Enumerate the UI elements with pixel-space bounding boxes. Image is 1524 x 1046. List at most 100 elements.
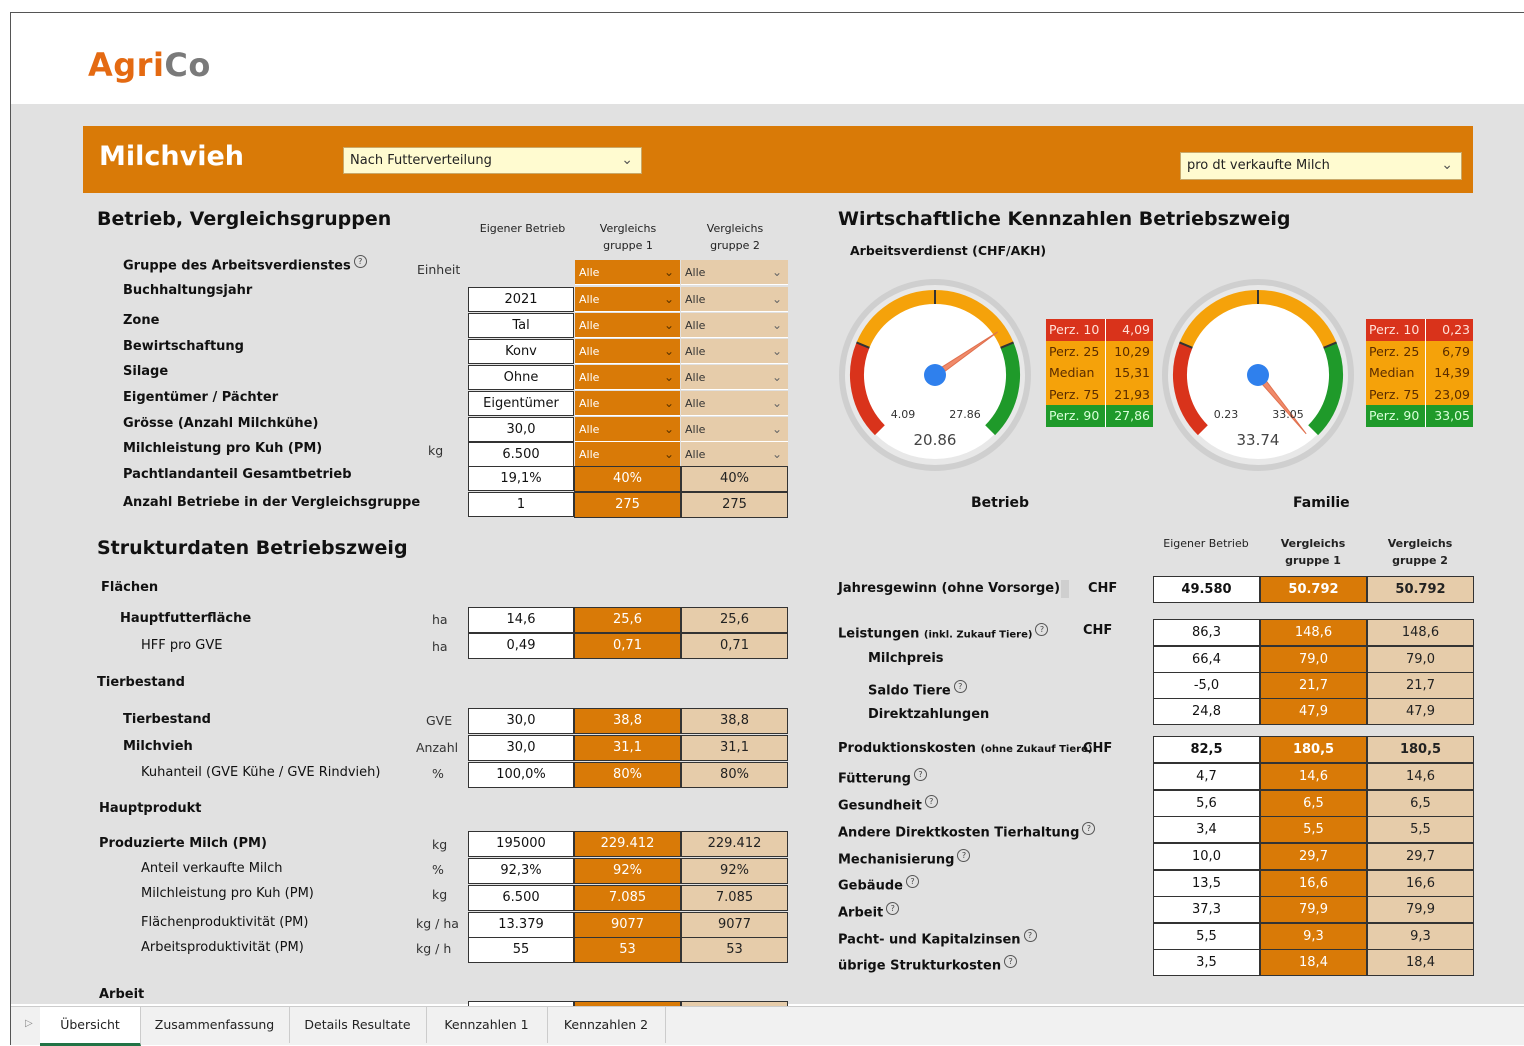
kz-g2-cell: 29,7 [1367, 843, 1474, 870]
g1-filter-value: Alle [579, 266, 600, 279]
g1-filter-value: Alle [579, 397, 600, 410]
g1-value-cell: 53 [574, 937, 681, 963]
help-icon[interactable]: ? [886, 902, 900, 915]
g1-value-cell: 40% [574, 466, 681, 492]
own-value-cell[interactable]: 6.500 [468, 442, 574, 467]
own-value-cell[interactable]: Ohne [468, 365, 574, 390]
col-header-g2: Vergleichs gruppe 2 [706, 222, 764, 252]
g1-filter-select[interactable]: Alle ⌄ [575, 260, 680, 285]
g1-filter-select[interactable]: Alle ⌄ [575, 339, 680, 364]
kosten-row-label: übrige Strukturkosten? [838, 955, 1018, 973]
g2-filter-value: Alle [685, 448, 706, 461]
own-value-cell[interactable]: 30,0 [468, 417, 574, 442]
percentile-value: 21,93 [1105, 383, 1153, 405]
kz-g2-cell: 79,0 [1367, 646, 1474, 673]
struktur-row-label: Anteil verkaufte Milch [141, 861, 283, 876]
kz-g1-cell: 21,7 [1260, 672, 1367, 699]
chf-unit: CHF [1088, 581, 1118, 596]
saldo-tiere-label: Saldo Tiere? [868, 680, 967, 698]
unit-dropdown-value: pro dt verkaufte Milch [1187, 158, 1330, 173]
g2-filter-select[interactable]: Alle ⌄ [681, 417, 788, 442]
g1-filter-select[interactable]: Alle ⌄ [575, 287, 680, 312]
chevron-down-icon: ⌄ [663, 265, 674, 279]
own-value-cell: 19,1% [468, 466, 574, 491]
kz-col-header-g2: Vergleichs gruppe 2 [1387, 537, 1453, 567]
milchpreis-label: Milchpreis [868, 651, 944, 666]
percentile-value: 6,79 [1425, 340, 1473, 362]
g2-filter-select[interactable]: Alle ⌄ [681, 313, 788, 338]
percentile-row: Perz. 10 4,09 [1046, 319, 1153, 341]
g2-filter-select[interactable]: Alle ⌄ [681, 339, 788, 364]
g2-filter-select[interactable]: Alle ⌄ [681, 365, 788, 390]
gauge-betrieb: 4.09 27.86 20.86 [839, 279, 1031, 471]
own-value-cell[interactable]: Eigentümer [468, 391, 574, 416]
tierbestand-heading: Tierbestand [97, 675, 185, 690]
kz-own-cell: 3,5 [1153, 949, 1260, 976]
kz-g2-cell: 148,6 [1367, 619, 1474, 646]
struktur-row-label: Arbeitsproduktivität (PM) [141, 940, 304, 955]
percentile-row: Perz. 75 23,09 [1366, 383, 1473, 405]
percentile-label: Perz. 75 [1369, 386, 1420, 402]
g1-filter-select[interactable]: Alle ⌄ [575, 365, 680, 390]
help-icon[interactable]: ? [1035, 623, 1049, 636]
g2-filter-select[interactable]: Alle ⌄ [681, 391, 788, 416]
own-value-cell[interactable]: Konv [468, 339, 574, 364]
kz-own-cell: 49.580 [1153, 576, 1260, 603]
g2-value-cell: 7.085 [681, 885, 788, 911]
kz-g2-cell: 21,7 [1367, 672, 1474, 699]
filter-dropdown[interactable]: Nach Futterverteilung ⌄ [343, 147, 642, 174]
chevron-down-icon: ⌄ [621, 152, 633, 168]
sheet-tab[interactable]: Kennzahlen 1 [426, 1007, 548, 1043]
unit-label: kg [432, 837, 448, 852]
help-icon[interactable]: ? [957, 849, 971, 862]
percentile-value: 14,39 [1425, 362, 1473, 384]
sheet-tab[interactable]: Übersicht [40, 1007, 141, 1046]
g1-filter-select[interactable]: Alle ⌄ [575, 442, 680, 467]
betrieb-row-label: Grösse (Anzahl Milchkühe) [123, 416, 319, 431]
help-icon[interactable]: ? [924, 795, 938, 808]
struktur-row-label: Kuhanteil (GVE Kühe / GVE Rindvieh) [141, 765, 381, 780]
chevron-down-icon: ⌄ [771, 370, 782, 384]
help-icon[interactable]: ? [1023, 929, 1037, 942]
help-icon[interactable]: ? [905, 875, 919, 888]
chevron-down-icon: ⌄ [1441, 157, 1453, 173]
kz-g1-cell: 180,5 [1260, 736, 1367, 763]
produktionskosten-label: Produktionskosten (ohne Zukauf Tiere) [838, 741, 1092, 756]
g1-filter-select[interactable]: Alle ⌄ [575, 313, 680, 338]
col-header-g1: Vergleichs gruppe 1 [599, 222, 657, 252]
g2-filter-select[interactable]: Alle ⌄ [681, 442, 788, 467]
kz-g2-cell: 5,5 [1367, 816, 1474, 843]
g2-filter-select[interactable]: Alle ⌄ [681, 260, 788, 285]
betrieb-row-label: Milchleistung pro Kuh (PM) [123, 441, 323, 456]
help-icon[interactable]: ? [353, 255, 367, 268]
sheet-tab[interactable]: Zusammenfassung [140, 1007, 290, 1043]
own-value-cell: 100,0% [468, 762, 574, 788]
unit-label: ha [432, 639, 448, 654]
own-value-cell: 55 [468, 937, 574, 963]
g1-filter-select[interactable]: Alle ⌄ [575, 417, 680, 442]
sheet-tab[interactable]: Details Resultate [289, 1007, 427, 1043]
help-icon[interactable]: ? [1082, 822, 1096, 835]
sheet-tab[interactable]: Kennzahlen 2 [547, 1007, 666, 1043]
unit-dropdown[interactable]: pro dt verkaufte Milch ⌄ [1180, 152, 1462, 180]
own-value-cell[interactable]: 2021 [468, 287, 574, 312]
help-icon[interactable]: ? [913, 768, 927, 781]
kz-g2-cell: 79,9 [1367, 896, 1474, 923]
help-icon[interactable]: ? [1004, 955, 1018, 968]
struktur-row-label: Milchvieh [123, 739, 193, 754]
g1-filter-select[interactable]: Alle ⌄ [575, 391, 680, 416]
g2-value-cell: 40% [681, 466, 788, 492]
tab-scroll-icon[interactable]: ▷ [25, 1018, 33, 1029]
leistungen-text: Leistungen [838, 626, 924, 642]
percentile-row: Perz. 90 33,05 [1366, 405, 1473, 427]
percentile-row: Perz. 25 6,79 [1366, 340, 1473, 362]
percentile-value: 23,09 [1425, 383, 1473, 405]
chevron-down-icon: ⌄ [771, 292, 782, 306]
percentile-row: Median 14,39 [1366, 362, 1473, 384]
kz-g1-cell: 50.792 [1260, 576, 1367, 603]
own-value-cell[interactable]: Tal [468, 313, 574, 338]
struktur-row-label: Milchleistung pro Kuh (PM) [141, 886, 314, 901]
g2-filter-select[interactable]: Alle ⌄ [681, 287, 788, 312]
help-icon[interactable]: ? [953, 680, 967, 693]
struktur-row-label: Produzierte Milch (PM) [99, 836, 267, 851]
